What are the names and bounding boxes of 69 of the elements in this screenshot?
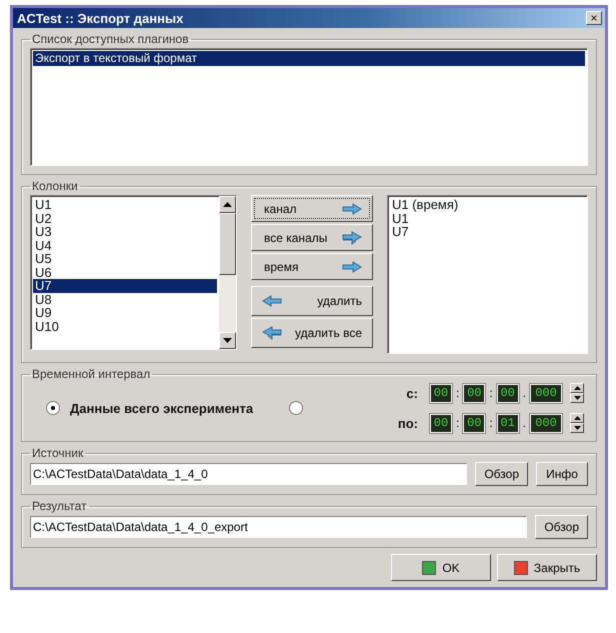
time-field[interactable]: 00 [463, 414, 486, 432]
time-separator: . [522, 416, 526, 430]
scrollbar[interactable] [219, 196, 236, 349]
right-arrow-icon [342, 202, 362, 214]
radio-button[interactable] [289, 401, 304, 415]
time-field[interactable]: 01 [496, 414, 519, 432]
list-item[interactable]: Экспорт в текстовый формат [33, 51, 585, 66]
up-arrow-icon [574, 416, 580, 420]
time-separator: : [489, 386, 493, 400]
path-field[interactable]: C:\ACTestData\Data\data_1_4_0_export [30, 516, 528, 538]
group-label: Результат [31, 499, 88, 513]
browse-button[interactable]: Обзор [475, 462, 528, 486]
path-field[interactable]: C:\ACTestData\Data\data_1_4_0 [30, 463, 468, 485]
down-arrow-icon [574, 396, 580, 400]
add-button[interactable]: все каналы [251, 224, 373, 251]
list-item[interactable]: U1 [33, 198, 217, 212]
time-field[interactable]: 00 [463, 384, 486, 402]
browse-button[interactable]: Обзор [535, 515, 588, 539]
time-field[interactable]: 00 [496, 384, 519, 402]
list-item[interactable]: U9 [33, 306, 217, 320]
group-label: Колонки [31, 179, 79, 193]
left-arrow-icon [262, 295, 282, 307]
list-item[interactable]: U7 [33, 279, 217, 292]
browse-button[interactable]: Инфо [536, 462, 588, 486]
remove-button[interactable]: удалить [251, 286, 373, 316]
scroll-thumb[interactable] [219, 213, 236, 275]
down-arrow-icon [574, 426, 580, 430]
list-item[interactable]: U10 [33, 320, 217, 333]
time-field[interactable]: 00 [430, 414, 452, 432]
group-label: Временной интервал [31, 367, 152, 381]
list-item[interactable]: U1 (время) [390, 198, 585, 212]
double-right-arrow-icon [342, 230, 362, 244]
time-separator: : [456, 386, 460, 400]
scroll-up-icon[interactable] [219, 196, 236, 213]
close-button[interactable]: × [586, 11, 602, 25]
time-label: по: [398, 416, 418, 430]
scroll-down-icon[interactable] [219, 332, 236, 349]
spin-button[interactable] [570, 413, 584, 433]
close-square-icon [514, 560, 528, 574]
up-arrow-icon [574, 386, 580, 390]
list-item[interactable]: U6 [33, 266, 217, 279]
group-label: Источник [31, 446, 84, 460]
time-field[interactable]: 00 [430, 384, 452, 402]
time-field[interactable]: 000 [530, 414, 562, 432]
right-arrow-icon [342, 260, 362, 272]
ok-button[interactable]: OK [391, 554, 491, 581]
close-dialog-button[interactable]: Закрыть [497, 554, 597, 581]
time-separator: . [522, 386, 526, 400]
add-button[interactable]: время [251, 253, 373, 280]
time-label: с: [406, 386, 418, 400]
list-item[interactable]: U7 [390, 225, 585, 238]
list-item[interactable]: U1 [390, 212, 585, 225]
add-button[interactable]: канал [251, 195, 373, 222]
window-title: ACTest :: Экспорт данных [17, 10, 184, 26]
list-item[interactable]: U5 [33, 252, 217, 266]
list-item[interactable]: U4 [33, 238, 217, 252]
list-item[interactable]: U8 [33, 292, 217, 306]
list-item[interactable]: U3 [33, 225, 217, 238]
ok-square-icon [422, 560, 436, 574]
list-item[interactable]: U2 [33, 212, 217, 225]
radio-label: Данные всего эксперимента [70, 400, 254, 416]
time-separator: : [489, 416, 493, 430]
group-label: Список доступных плагинов [31, 32, 190, 46]
remove-button[interactable]: удалить все [251, 318, 373, 348]
double-left-arrow-icon [262, 326, 282, 340]
spin-button[interactable] [570, 383, 584, 403]
time-field[interactable]: 000 [530, 384, 562, 402]
radio-button[interactable] [46, 401, 60, 415]
time-separator: : [456, 416, 460, 430]
